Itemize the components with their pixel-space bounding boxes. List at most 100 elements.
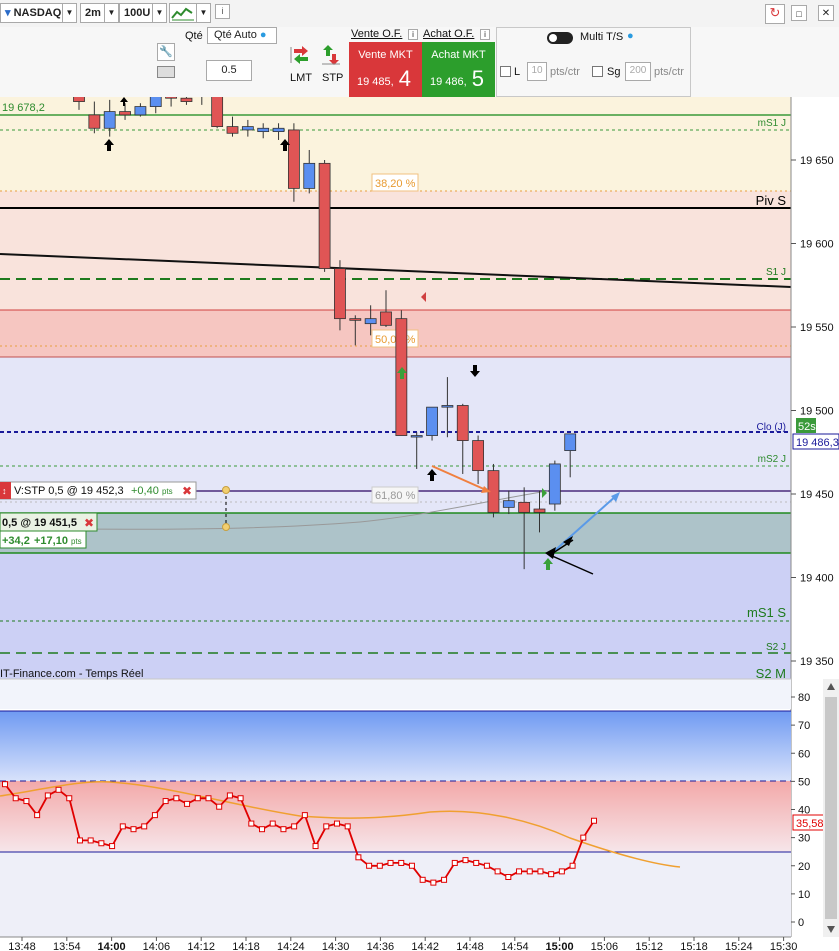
rsi-point <box>558 868 565 875</box>
order-handle-bottom[interactable] <box>222 523 230 531</box>
buy-info-icon[interactable]: i <box>480 29 490 40</box>
candle-body <box>564 433 577 451</box>
s2j-label: S2 J <box>766 642 786 653</box>
keyboard-icon[interactable] <box>157 66 175 78</box>
instrument-dropdown-arrow[interactable]: ▼ <box>63 3 77 23</box>
sell-price-big-digit: 4 <box>398 66 411 91</box>
instrument-label: NASDAQ <box>13 7 62 19</box>
time-tick-label: 14:30 <box>322 941 350 951</box>
fib-50-label: 50,00 % <box>375 334 416 346</box>
rsi-point <box>248 820 255 827</box>
timeframe-select[interactable]: 2m <box>80 3 105 23</box>
sell-price: 19 485, <box>357 76 394 88</box>
rsi-point <box>119 823 126 830</box>
rsi-point <box>259 826 266 833</box>
qty-input[interactable]: 0.5 <box>206 60 252 81</box>
l-label: L <box>514 66 521 78</box>
units-dropdown-arrow[interactable]: ▼ <box>153 3 167 23</box>
rsi-point <box>366 862 373 869</box>
rsi-tick-label: 80 <box>798 692 810 704</box>
rsi-tick-label: 30 <box>798 833 810 845</box>
rsi-point <box>441 876 448 883</box>
time-tick-label: 14:42 <box>411 941 439 951</box>
countdown-label: 52s <box>798 421 816 433</box>
sell-info-icon[interactable]: i <box>408 29 418 40</box>
refresh-icon[interactable]: ↻ <box>765 4 785 24</box>
sg-value-input[interactable]: 200 <box>625 62 651 81</box>
rsi-point <box>430 879 437 886</box>
close-icon[interactable]: ✕ <box>818 5 834 21</box>
time-tick-label: 14:24 <box>277 941 305 951</box>
time-tick-label: 14:48 <box>456 941 484 951</box>
time-tick-label: 15:06 <box>591 941 619 951</box>
price-axis[interactable] <box>791 97 839 679</box>
price-chart[interactable]: 19 678,2 mS1 J 38,20 % Piv S S1 J 50,00 … <box>0 97 839 951</box>
help-bubble-icon: ● <box>259 29 267 41</box>
chart-type-button[interactable] <box>169 3 197 23</box>
chart-type-icon <box>171 7 194 21</box>
candle-body <box>211 97 224 128</box>
rsi-point <box>141 823 148 830</box>
time-tick-label: 15:18 <box>680 941 708 951</box>
rsi-point <box>205 795 212 802</box>
buy-market-button[interactable]: Achat MKT 19 486, 5 <box>422 42 495 98</box>
candle-body <box>149 97 162 107</box>
timeframe-dropdown-arrow[interactable]: ▼ <box>105 3 119 23</box>
last-price-label: 19 486,3 <box>796 437 839 449</box>
sell-of-header[interactable]: Vente O.F. <box>351 28 402 40</box>
rsi-point <box>216 803 223 810</box>
position-pnl-points: +34,2 <box>2 535 30 547</box>
rsi-point <box>387 859 394 866</box>
rsi-point <box>312 843 319 850</box>
sell-market-button[interactable]: Vente MKT 19 485, 4 <box>349 42 422 98</box>
rsi-point <box>87 837 94 844</box>
l-value-input[interactable]: 10 <box>527 62 547 81</box>
rsi-point <box>280 826 287 833</box>
candle-body <box>272 127 285 133</box>
candle <box>211 97 224 129</box>
units-select[interactable]: 100U <box>119 3 153 23</box>
position-pnl-value: +17,10 <box>34 535 68 547</box>
level-label-ms1j: mS1 J <box>758 118 786 129</box>
candle <box>426 406 438 441</box>
lmt-icon[interactable] <box>288 44 310 66</box>
candle-body <box>303 162 316 189</box>
rsi-point <box>494 868 501 875</box>
multi-ts-toggle[interactable] <box>547 32 573 44</box>
candle-body <box>548 463 561 505</box>
rsi-point <box>580 834 587 841</box>
qty-auto-button[interactable]: Qté Auto ● <box>207 27 277 44</box>
time-tick-label: 15:30 <box>770 941 798 951</box>
sg-unit-label: pts/ctr <box>654 66 684 78</box>
rsi-point <box>516 868 523 875</box>
stp-icon[interactable] <box>320 44 342 66</box>
chart-type-dropdown-arrow[interactable]: ▼ <box>197 3 211 23</box>
time-tick-label: 14:00 <box>98 941 126 951</box>
rsi-tick-label: 20 <box>798 861 810 873</box>
rsi-panel-bottom <box>0 852 791 937</box>
price-tick-label: 19 500 <box>800 406 834 418</box>
position-tag[interactable]: 0,5 @ 19 451,5 ✖ +34,2 +17,10 pts <box>0 512 98 549</box>
info-icon[interactable]: i <box>215 4 230 19</box>
instrument-select[interactable]: ▾ NASDAQ <box>0 3 63 23</box>
timeframe-label: 2m <box>85 7 101 19</box>
sg-checkbox[interactable] <box>592 66 603 77</box>
rsi-point <box>355 854 362 861</box>
rsi-point <box>344 823 351 830</box>
rsi-point <box>109 843 116 850</box>
multi-ts-help-icon[interactable]: ● <box>627 30 634 42</box>
l-checkbox[interactable] <box>500 66 511 77</box>
time-tick-label: 14:18 <box>232 941 260 951</box>
scrollbar-thumb[interactable] <box>825 697 837 919</box>
order-handle-top[interactable] <box>222 486 230 494</box>
rsi-point <box>333 820 340 827</box>
stop-order-tag[interactable]: ↕ V:STP 0,5 @ 19 452,3 +0,40 pts ✖ <box>0 481 197 500</box>
sell-button-label: Vente MKT <box>358 49 413 61</box>
close-icon[interactable]: ✖ <box>84 516 94 530</box>
close-day-label: Clo (J) <box>757 422 786 433</box>
rsi-point <box>473 859 480 866</box>
top-toolbar: ▾ NASDAQ ▼ 2m ▼ 100U ▼ ▼ i ↻ □ ✕ <box>0 0 839 28</box>
wrench-icon[interactable]: 🔧 <box>157 43 175 61</box>
maximize-icon[interactable]: □ <box>791 5 807 21</box>
buy-of-header[interactable]: Achat O.F. <box>423 28 474 40</box>
